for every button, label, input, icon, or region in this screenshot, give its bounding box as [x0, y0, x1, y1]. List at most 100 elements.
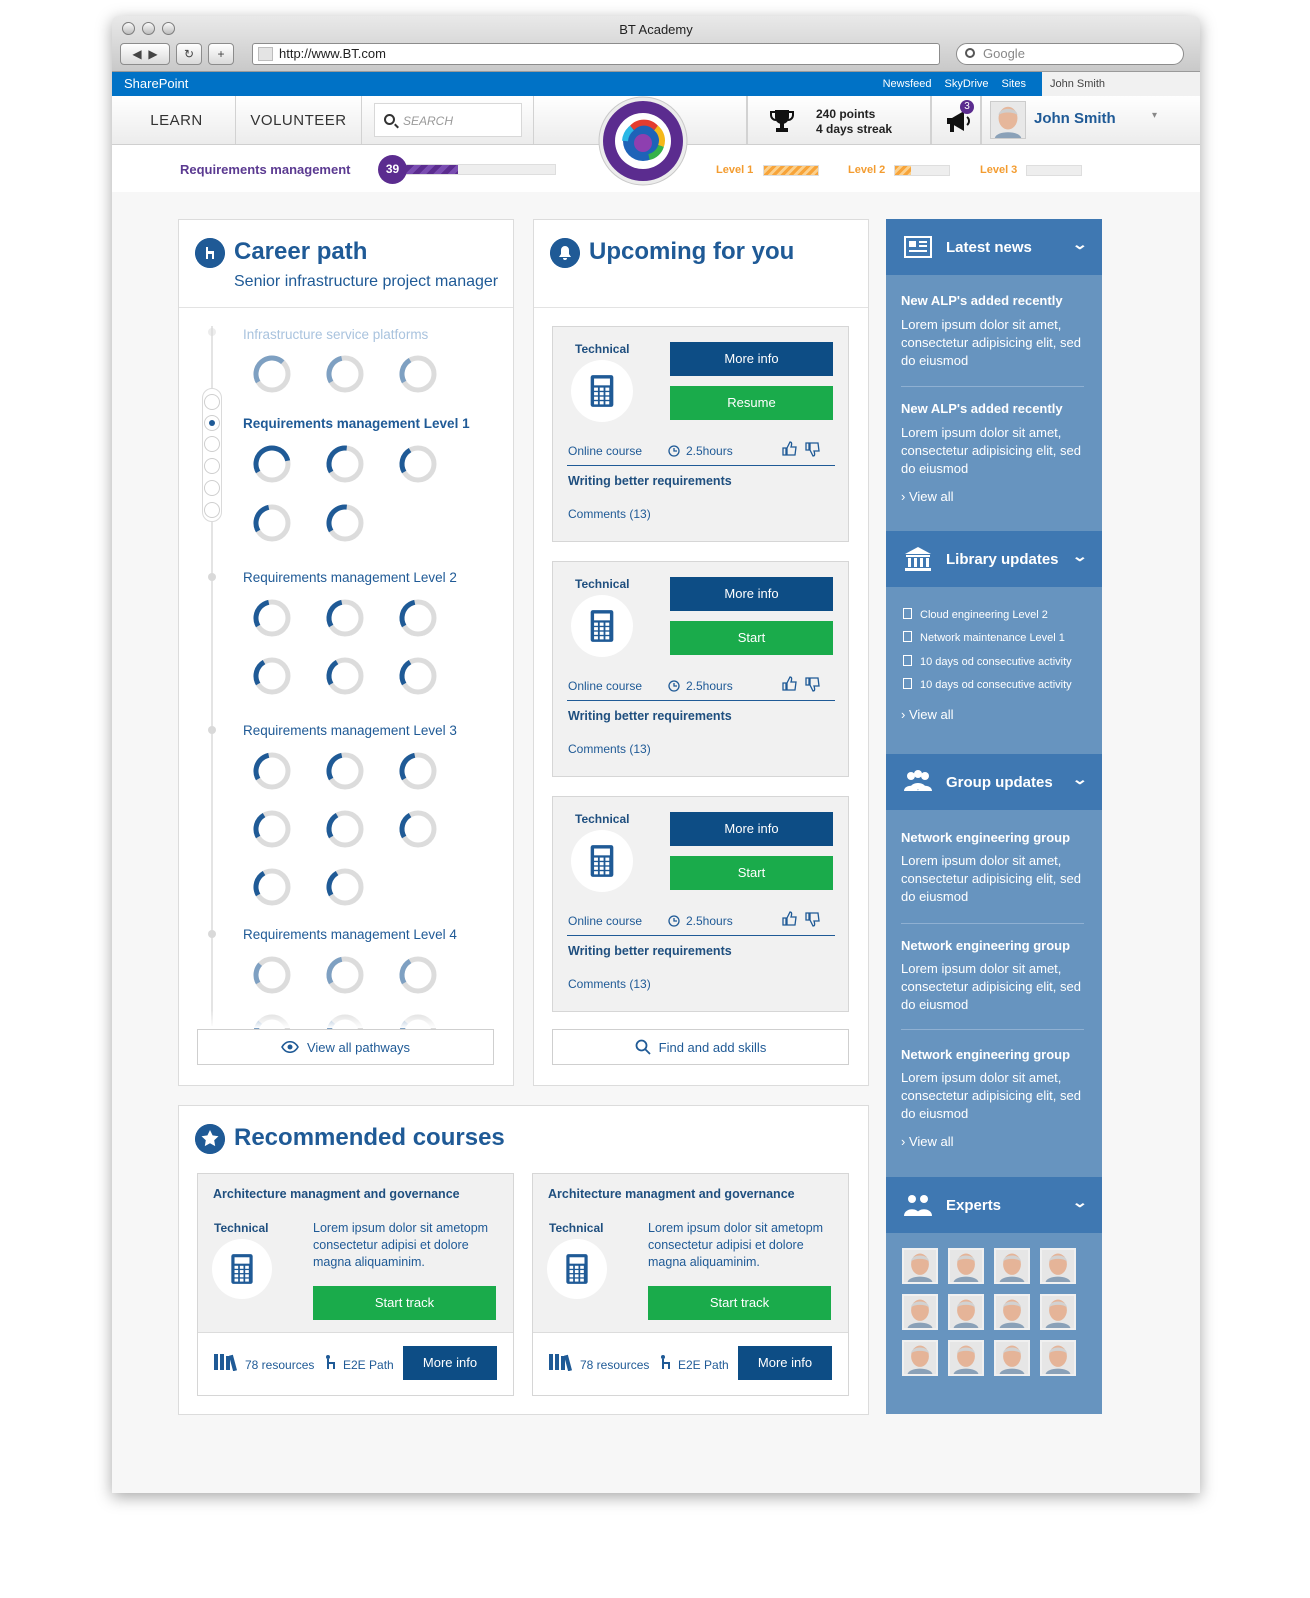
experts-header[interactable]: Experts ⌄: [886, 1177, 1102, 1233]
resources-count[interactable]: 78 resources: [580, 1358, 649, 1372]
user-name[interactable]: John Smith: [1034, 110, 1116, 127]
browser-search-field[interactable]: Google: [956, 43, 1184, 65]
sharepoint-user[interactable]: John Smith: [1042, 72, 1200, 96]
chevron-down-icon[interactable]: ⌄: [1072, 771, 1088, 788]
skill-progress-ring[interactable]: [252, 867, 292, 907]
pathway-level-title[interactable]: Requirements management Level 2: [243, 570, 457, 585]
more-info-button[interactable]: More info: [738, 1346, 832, 1380]
comments-link[interactable]: Comments (13): [568, 977, 651, 991]
rating-thumbs-icon[interactable]: [781, 911, 821, 927]
skill-progress-ring[interactable]: [325, 598, 365, 638]
expert-avatar[interactable]: [994, 1294, 1030, 1330]
sites-link[interactable]: Sites: [1002, 78, 1026, 90]
skill-progress-ring[interactable]: [252, 656, 292, 696]
skill-progress-ring[interactable]: [325, 867, 365, 907]
library-item[interactable]: Cloud engineering Level 2: [903, 608, 1048, 621]
skill-progress-ring[interactable]: [325, 809, 365, 849]
expert-avatar[interactable]: [902, 1340, 938, 1376]
skill-progress-ring[interactable]: [398, 809, 438, 849]
rating-thumbs-icon[interactable]: [781, 441, 821, 457]
expert-avatar[interactable]: [1040, 1294, 1076, 1330]
groups-view-all-link[interactable]: › View all: [901, 1134, 954, 1149]
skill-progress-ring[interactable]: [325, 354, 365, 394]
skill-progress-ring[interactable]: [398, 656, 438, 696]
skill-progress-ring[interactable]: [325, 656, 365, 696]
expert-avatar[interactable]: [948, 1248, 984, 1284]
expert-avatar[interactable]: [902, 1248, 938, 1284]
search-input[interactable]: SEARCH: [374, 103, 522, 137]
course-title[interactable]: Writing better requirements: [568, 474, 732, 488]
more-info-button[interactable]: More info: [670, 577, 833, 611]
chevron-down-icon[interactable]: ▾: [1152, 110, 1157, 121]
address-bar[interactable]: http://www.BT.com: [252, 43, 940, 65]
rating-controls[interactable]: [781, 911, 821, 930]
skill-progress-ring[interactable]: [325, 955, 365, 995]
rating-thumbs-icon[interactable]: [781, 676, 821, 692]
news-heading[interactable]: New ALP's added recently: [901, 401, 1063, 416]
back-forward-buttons[interactable]: ◀ ▶: [120, 43, 170, 65]
newsfeed-link[interactable]: Newsfeed: [883, 78, 932, 90]
skill-progress-ring[interactable]: [252, 809, 292, 849]
forward-arrow-icon[interactable]: ▶: [148, 47, 157, 61]
expert-avatar[interactable]: [948, 1340, 984, 1376]
step-ring[interactable]: [204, 502, 220, 518]
skill-progress-ring[interactable]: [325, 444, 365, 484]
nav-learn[interactable]: LEARN: [112, 96, 236, 144]
library-item[interactable]: 10 days od consecutive activity: [903, 678, 1072, 691]
comments-link[interactable]: Comments (13): [568, 742, 651, 756]
start-track-button[interactable]: Start track: [648, 1286, 831, 1320]
skill-progress-ring[interactable]: [252, 751, 292, 791]
find-skills-button[interactable]: Find and add skills: [552, 1029, 849, 1065]
skill-progress-ring[interactable]: [252, 955, 292, 995]
course-action-button[interactable]: Start: [670, 621, 833, 655]
group-updates-header[interactable]: Group updates ⌄: [886, 754, 1102, 810]
more-info-button[interactable]: More info: [670, 812, 833, 846]
skydrive-link[interactable]: SkyDrive: [945, 78, 989, 90]
expert-avatar[interactable]: [1040, 1340, 1076, 1376]
news-heading[interactable]: New ALP's added recently: [901, 293, 1063, 308]
expert-avatar[interactable]: [994, 1340, 1030, 1376]
view-all-pathways-button[interactable]: View all pathways: [197, 1029, 494, 1065]
pathway-level-title-current[interactable]: Requirements management Level 1: [243, 416, 470, 431]
more-info-button[interactable]: More info: [670, 342, 833, 376]
skill-progress-ring[interactable]: [252, 354, 292, 394]
course-title[interactable]: Writing better requirements: [568, 709, 732, 723]
pathway-level-title[interactable]: Requirements management Level 4: [243, 927, 457, 942]
step-ring[interactable]: [204, 480, 220, 496]
recommended-course-title[interactable]: Architecture managment and governance: [548, 1187, 795, 1201]
sharepoint-logo[interactable]: SharePoint: [124, 76, 188, 91]
news-view-all-link[interactable]: › View all: [901, 489, 954, 504]
course-action-button[interactable]: Start: [670, 856, 833, 890]
back-arrow-icon[interactable]: ◀: [132, 47, 141, 61]
expert-avatar[interactable]: [994, 1248, 1030, 1284]
skill-progress-ring[interactable]: [398, 598, 438, 638]
step-ring[interactable]: [204, 436, 220, 452]
skill-progress-ring[interactable]: [252, 503, 292, 543]
skill-progress-ring[interactable]: [325, 503, 365, 543]
group-heading[interactable]: Network engineering group: [901, 1047, 1070, 1062]
skill-progress-ring[interactable]: [398, 955, 438, 995]
skill-progress-ring[interactable]: [398, 354, 438, 394]
expert-avatar[interactable]: [1040, 1248, 1076, 1284]
bt-academy-logo[interactable]: [598, 96, 688, 186]
group-heading[interactable]: Network engineering group: [901, 830, 1070, 845]
rating-controls[interactable]: [781, 676, 821, 695]
e2e-path-link[interactable]: E2E Path: [343, 1358, 394, 1372]
start-track-button[interactable]: Start track: [313, 1286, 496, 1320]
step-ring[interactable]: [204, 458, 220, 474]
more-info-button[interactable]: More info: [403, 1346, 497, 1380]
course-action-button[interactable]: Resume: [670, 386, 833, 420]
library-view-all-link[interactable]: › View all: [901, 707, 954, 722]
chevron-down-icon[interactable]: ⌄: [1072, 548, 1088, 565]
comments-link[interactable]: Comments (13): [568, 507, 651, 521]
pathway-level-title[interactable]: Requirements management Level 3: [243, 723, 457, 738]
pathway-level-title[interactable]: Infrastructure service platforms: [243, 327, 428, 342]
latest-news-header[interactable]: Latest news ⌄: [886, 219, 1102, 275]
expert-avatar[interactable]: [902, 1294, 938, 1330]
library-item[interactable]: 10 days od consecutive activity: [903, 655, 1072, 668]
library-item[interactable]: Network maintenance Level 1: [903, 631, 1065, 644]
library-updates-header[interactable]: Library updates ⌄: [886, 531, 1102, 587]
skill-progress-ring[interactable]: [252, 598, 292, 638]
nav-volunteer[interactable]: VOLUNTEER: [236, 96, 362, 144]
chevron-down-icon[interactable]: ⌄: [1072, 236, 1088, 253]
